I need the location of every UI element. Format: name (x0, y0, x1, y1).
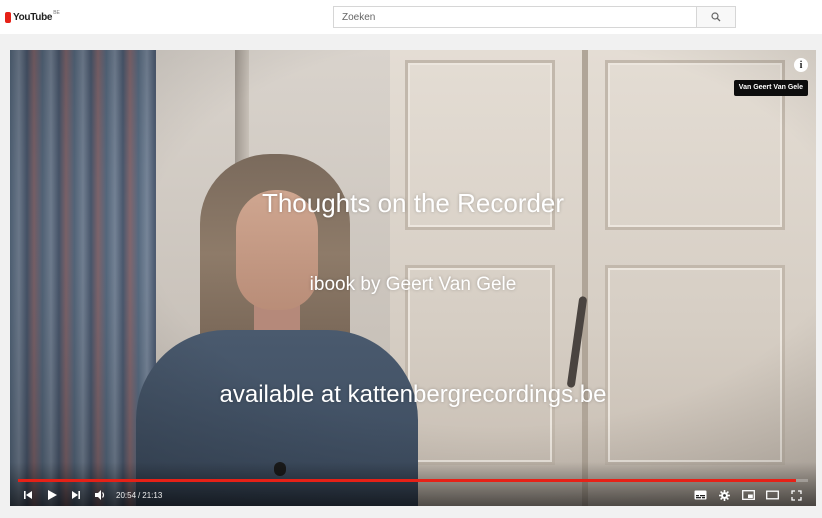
masthead: YouTube BE (0, 0, 822, 34)
theater-mode-icon (765, 490, 779, 500)
controls-right (688, 487, 808, 503)
search-input[interactable] (333, 6, 696, 28)
logo-region-code: BE (53, 10, 60, 16)
duration: 21:13 (142, 490, 163, 500)
current-time: 20:54 (116, 490, 137, 500)
channel-tooltip: Van Geert Van Gele (733, 80, 808, 96)
skip-previous-icon (24, 491, 32, 499)
overlay-footer: available at kattenbergrecordings.be (219, 381, 607, 408)
overlay-title: Thoughts on the Recorder (261, 188, 565, 218)
volume-button[interactable] (90, 487, 110, 503)
controls-left: 20:54 / 21:13 (18, 487, 162, 503)
miniplayer-button[interactable] (738, 487, 758, 503)
search-icon (711, 12, 721, 22)
subtitles-button[interactable] (690, 487, 710, 503)
gear-icon (718, 489, 730, 501)
skip-next-icon (72, 491, 80, 499)
previous-button[interactable] (18, 487, 38, 503)
logo-text: YouTube (13, 11, 53, 23)
video-player[interactable]: Thoughts on the Recorder ibook by Geert … (10, 50, 816, 506)
fullscreen-button[interactable] (786, 487, 806, 503)
search-bar (333, 6, 736, 28)
progress-fill (18, 479, 797, 482)
miniplayer-icon (741, 490, 755, 500)
fullscreen-icon (790, 489, 802, 501)
progress-bar[interactable] (18, 479, 808, 482)
next-button[interactable] (66, 487, 86, 503)
play-icon (48, 490, 57, 500)
player-controls: 20:54 / 21:13 (10, 484, 816, 506)
youtube-play-icon (5, 11, 11, 23)
time-separator: / (138, 490, 141, 500)
search-button[interactable] (696, 6, 736, 28)
volume-icon (95, 490, 105, 500)
youtube-logo[interactable]: YouTube BE (5, 10, 60, 24)
play-button[interactable] (42, 487, 62, 503)
subtitles-icon (694, 490, 706, 500)
info-icon[interactable]: i (794, 58, 808, 72)
overlay-subtitle: ibook by Geert Van Gele (309, 274, 517, 295)
theater-mode-button[interactable] (762, 487, 782, 503)
settings-button[interactable] (714, 487, 734, 503)
